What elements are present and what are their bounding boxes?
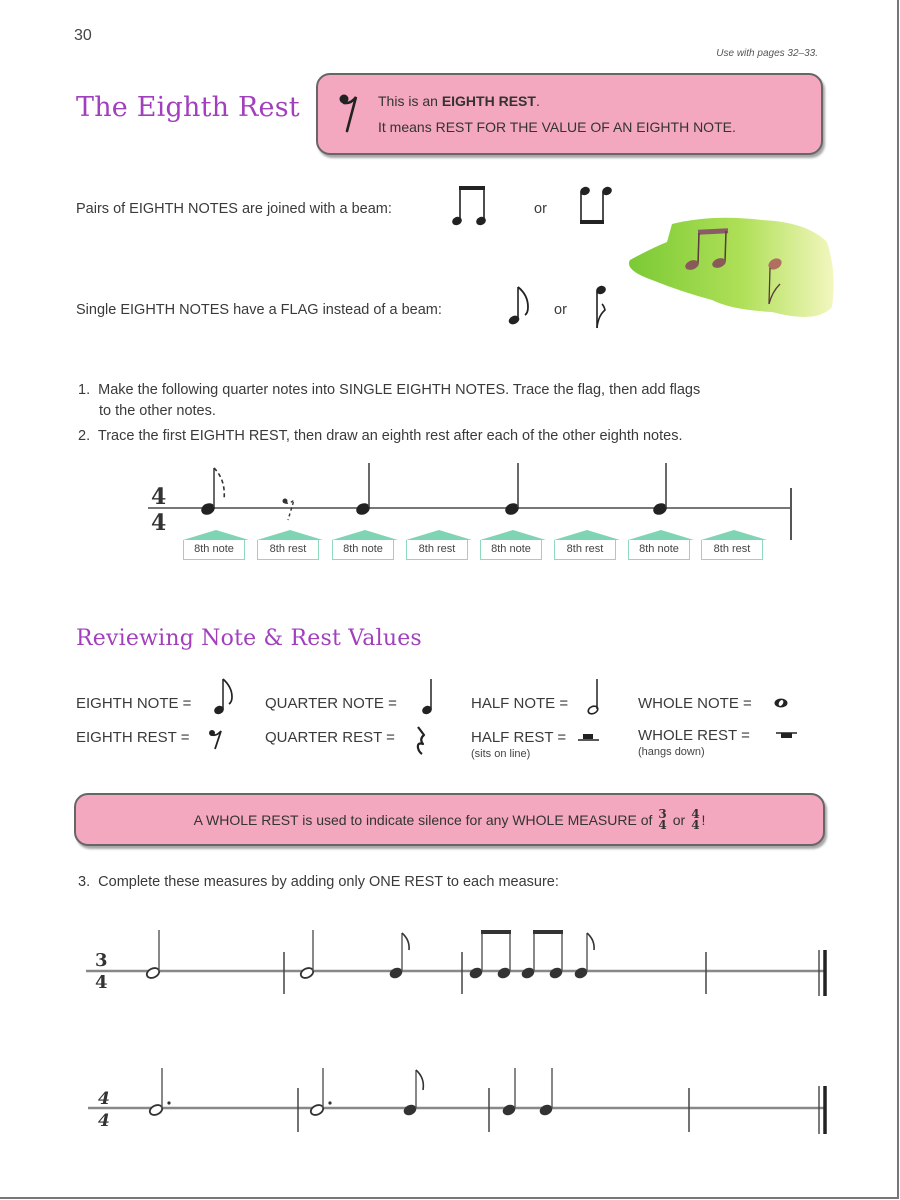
exclamation: ! — [701, 811, 706, 828]
eighth-note-icon — [214, 678, 233, 715]
eighth-note — [403, 1069, 425, 1116]
dotted-half-note — [309, 1068, 332, 1116]
half-note-icon — [587, 679, 599, 715]
label-box-8th-rest: 8th rest — [701, 530, 767, 560]
instruction-2: 2. Trace the first EIGHTH REST, then dra… — [78, 428, 682, 444]
section-title-reviewing: Reviewing Note & Rest Values — [76, 626, 422, 651]
whole-rest-info-text: A WHOLE REST is used to indicate silence… — [193, 811, 653, 828]
time-sig-top: 3 — [95, 950, 108, 971]
section-title-eighth-rest: The Eighth Rest — [76, 92, 300, 123]
or-label: or — [672, 811, 686, 828]
review-whole-note-label: WHOLE NOTE = — [638, 695, 752, 712]
whole-note-icon — [774, 698, 788, 708]
label-text: 8th note — [183, 540, 245, 560]
frac-bottom: 4 — [691, 817, 700, 832]
label-text: 8th rest — [554, 540, 616, 560]
instruction-2-text: Trace the first EIGHTH REST, then draw a… — [97, 428, 683, 444]
flagged-eighth-note-stem-down-icon — [596, 285, 606, 329]
quarter-note — [502, 1068, 516, 1116]
whole-rest-icon — [776, 732, 797, 738]
whole-rest-note: (hangs down) — [638, 746, 705, 758]
beamed-eighth-pair — [521, 930, 563, 979]
label-text: 8th note — [332, 540, 394, 560]
watercolor-music-notes-decoration — [628, 217, 834, 317]
eighth-rest-traced — [282, 498, 295, 521]
quarter-note — [505, 463, 519, 515]
time-signature-3-4: 34 — [658, 808, 667, 832]
half-note — [299, 930, 315, 979]
label-box-8th-note: 8th note — [332, 530, 398, 560]
instruction-1-number: 1. — [78, 382, 91, 398]
info-line-1-suffix: . — [535, 93, 540, 109]
label-text: 8th rest — [406, 540, 468, 560]
whole-rest-info-box: A WHOLE REST is used to indicate silence… — [74, 793, 825, 846]
label-box-8th-note: 8th note — [628, 530, 694, 560]
instruction-3: 3. Complete these measures by adding onl… — [78, 874, 559, 890]
half-note — [145, 930, 161, 979]
or-label-1: or — [534, 201, 547, 217]
time-sig-bottom: 4 — [98, 1111, 110, 1131]
quarter-note — [539, 1068, 553, 1116]
eighth-note — [389, 932, 410, 979]
info-line-1-prefix: This is an — [378, 93, 442, 109]
review-whole-rest-label: WHOLE REST = — [638, 727, 750, 744]
time-sig-top: 4 — [98, 1089, 110, 1109]
exercise-1-staff: 4 4 — [148, 463, 792, 540]
review-half-rest-label: HALF REST = — [471, 729, 567, 746]
frac-bottom: 4 — [658, 817, 667, 832]
eighth-rest-icon — [338, 93, 362, 138]
time-signature-4-4: 44 — [691, 808, 700, 832]
instruction-1-text: Make the following quarter notes into SI… — [98, 382, 701, 398]
page-frame — [0, 0, 899, 1199]
beam-sentence: Pairs of EIGHTH NOTES are joined with a … — [76, 201, 392, 217]
use-with-note: Use with pages 32–33. — [716, 48, 818, 59]
label-box-8th-rest: 8th rest — [554, 530, 620, 560]
quarter-note — [356, 463, 370, 515]
label-text: 8th note — [480, 540, 542, 560]
label-text: 8th rest — [257, 540, 319, 560]
label-text: 8th note — [628, 540, 690, 560]
info-line-1-bold: EIGHTH REST — [441, 93, 536, 109]
instruction-1: 1. Make the following quarter notes into… — [78, 382, 700, 398]
label-box-8th-rest: 8th rest — [406, 530, 472, 560]
eighth-note-traced — [201, 467, 226, 515]
label-box-8th-rest: 8th rest — [257, 530, 323, 560]
beamed-eighth-pair — [469, 930, 511, 979]
review-eighth-note-label: EIGHTH NOTE = — [76, 695, 192, 712]
eighth-rest-info-box: This is an EIGHTH REST. It means REST FO… — [316, 73, 823, 155]
instruction-3-number: 3. — [78, 874, 91, 890]
review-half-note-label: HALF NOTE = — [471, 695, 569, 712]
info-line-2: It means REST FOR THE VALUE OF AN EIGHTH… — [378, 119, 736, 135]
exercise-3-staff-4-4: 4 4 — [88, 1068, 827, 1134]
time-sig-top: 4 — [151, 484, 166, 510]
label-box-8th-note: 8th note — [183, 530, 249, 560]
quarter-note-icon — [422, 679, 432, 715]
instruction-2-number: 2. — [78, 428, 91, 444]
review-quarter-note-label: QUARTER NOTE = — [265, 695, 397, 712]
flag-sentence: Single EIGHTH NOTES have a FLAG instead … — [76, 302, 442, 318]
eighth-rest-icon — [209, 730, 222, 750]
quarter-rest-icon — [416, 726, 426, 755]
review-quarter-rest-label: QUARTER REST = — [265, 729, 395, 746]
half-rest-note: (sits on line) — [471, 748, 531, 760]
time-sig-bottom: 4 — [151, 510, 166, 536]
instruction-1-continued: to the other notes. — [99, 403, 216, 419]
label-box-8th-note: 8th note — [480, 530, 546, 560]
time-sig-bottom: 4 — [95, 972, 108, 993]
or-label-2: or — [554, 302, 567, 318]
flagged-eighth-note-stem-up-icon — [508, 286, 529, 325]
page-number: 30 — [74, 27, 92, 44]
review-eighth-rest-label: EIGHTH REST = — [76, 729, 190, 746]
eighth-note — [574, 932, 595, 979]
half-rest-icon — [578, 734, 599, 741]
exercise-3-staff-3-4: 3 4 — [86, 930, 827, 996]
label-text: 8th rest — [701, 540, 763, 560]
beamed-eighth-notes-stems-down-icon — [580, 186, 612, 224]
info-line-1: This is an EIGHTH REST. — [378, 93, 540, 109]
instruction-3-text: Complete these measures by adding only O… — [98, 874, 559, 890]
quarter-note — [653, 463, 667, 515]
beamed-eighth-notes-stems-up-icon — [452, 186, 486, 226]
dotted-half-note — [148, 1068, 171, 1116]
